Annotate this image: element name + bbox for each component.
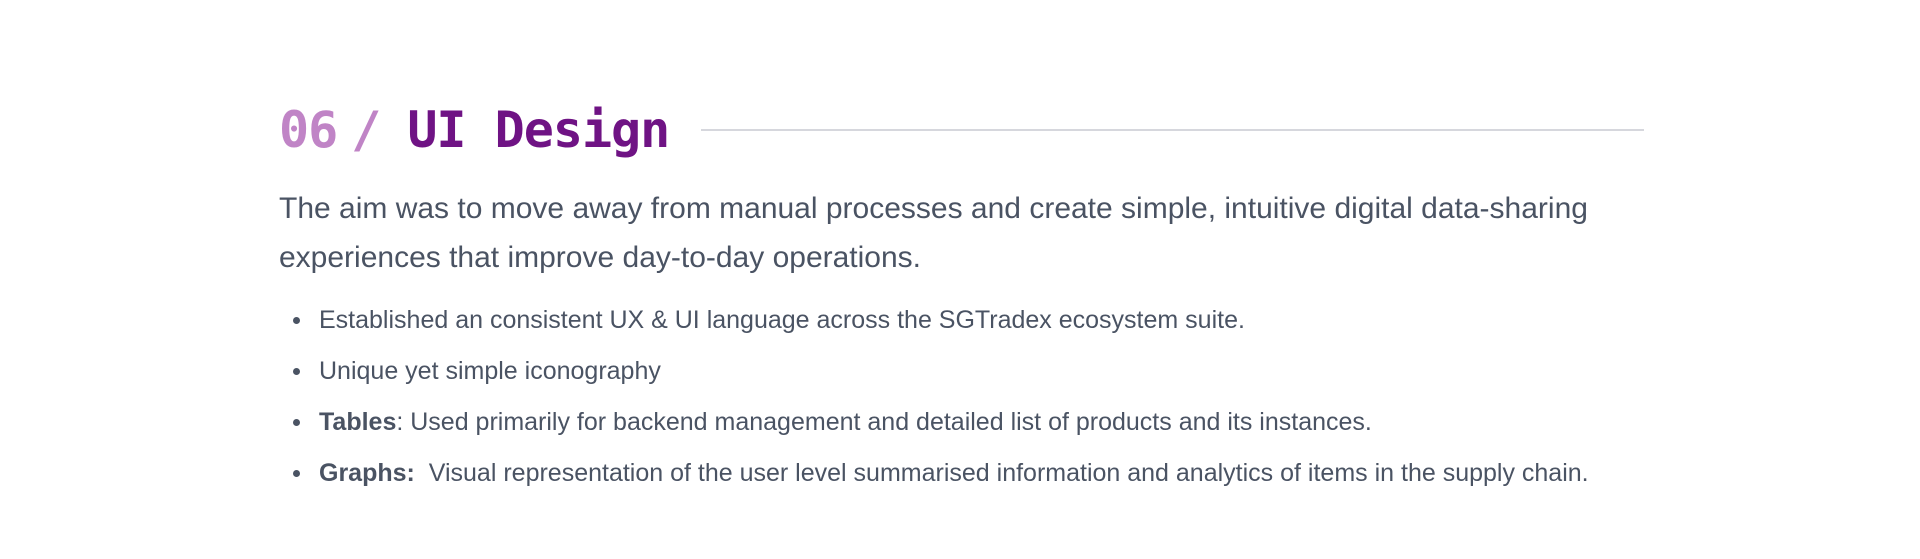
bullet-dot <box>293 470 300 477</box>
section-intro: The aim was to move away from manual pro… <box>279 192 1588 274</box>
bullet-dot <box>293 368 300 375</box>
ui-design-section: 06 / UI Design The aim was to move away … <box>279 100 1644 504</box>
section-separator: / <box>351 101 382 159</box>
bullet-text: : Used primarily for backend management … <box>396 408 1372 436</box>
bullet-text: Visual representation of the user level … <box>414 459 1589 487</box>
bullet-item: Unique yet simple iconography <box>279 351 1659 391</box>
bullet-dot <box>293 419 300 426</box>
heading-divider <box>701 129 1644 131</box>
bullet-item: Graphs: Visual representation of the use… <box>279 453 1659 493</box>
section-number: 06 <box>279 101 338 159</box>
bullet-bold: Graphs: <box>319 459 415 487</box>
bullet-item: Tables: Used primarily for backend manag… <box>279 402 1659 442</box>
bullet-text: Established an consistent UX & UI langua… <box>319 306 1245 334</box>
bullet-item: Established an consistent UX & UI langua… <box>279 300 1659 340</box>
bullet-text: Unique yet simple iconography <box>319 357 661 385</box>
bullet-dot <box>293 317 300 324</box>
section-heading: 06 / UI Design <box>279 100 1644 160</box>
bullet-list: Established an consistent UX & UI langua… <box>279 300 1644 493</box>
section-title: UI Design <box>407 101 670 159</box>
bullet-bold: Tables <box>319 408 397 436</box>
